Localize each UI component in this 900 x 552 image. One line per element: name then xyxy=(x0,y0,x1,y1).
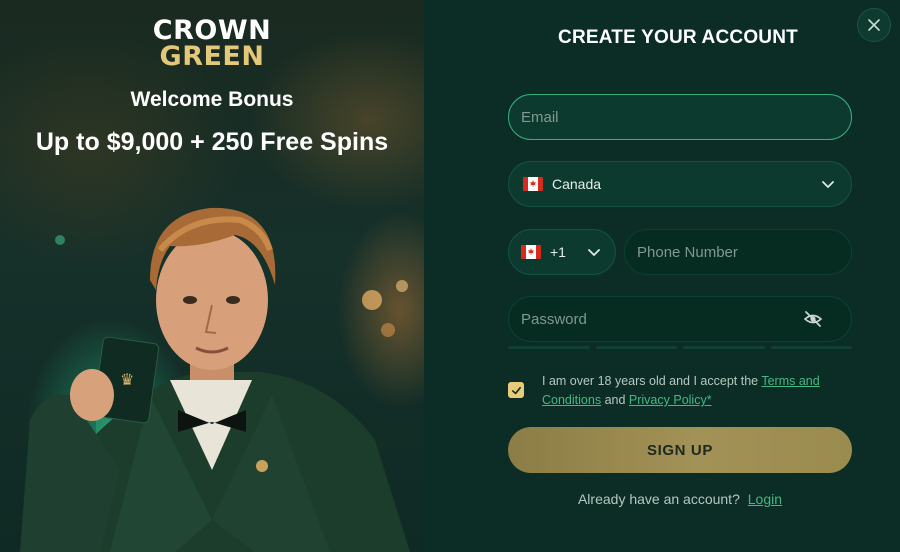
svg-text:♛: ♛ xyxy=(120,370,134,389)
strength-segment xyxy=(770,346,852,349)
canada-flag-icon xyxy=(521,245,541,259)
strength-segment xyxy=(508,346,590,349)
consent-text: I am over 18 years old and I accept the … xyxy=(542,372,852,410)
form-title: CREATE YOUR ACCOUNT xyxy=(558,27,798,48)
strength-segment xyxy=(595,346,677,349)
phone-input[interactable] xyxy=(637,243,839,261)
canada-flag-icon xyxy=(523,177,543,191)
password-input[interactable] xyxy=(521,310,803,328)
dial-code-select[interactable]: +1 xyxy=(508,229,616,275)
password-field[interactable] xyxy=(508,296,852,342)
bonus-title: Welcome Bonus xyxy=(130,88,294,111)
consent-text-before: I am over 18 years old and I accept the xyxy=(542,374,759,388)
email-field[interactable] xyxy=(508,94,852,140)
bonus-offer: Up to $9,000 + 250 Free Spins xyxy=(35,128,389,156)
phone-field[interactable] xyxy=(624,229,852,275)
promo-panel: ♛ CROWN GREEN Welcome Bonus Up to $9,000… xyxy=(0,0,424,552)
email-input[interactable] xyxy=(521,108,839,126)
close-icon xyxy=(868,19,880,31)
login-prompt: Already have an account? xyxy=(577,491,740,507)
country-select[interactable]: Canada xyxy=(508,161,852,207)
signup-modal: ♛ CROWN GREEN Welcome Bonus Up to $9,000… xyxy=(0,0,900,552)
brand-logo: CROWN GREEN xyxy=(0,17,424,72)
chevron-down-icon xyxy=(588,249,600,256)
checkmark-icon xyxy=(511,386,521,394)
promo-illustration: ♛ xyxy=(20,207,410,552)
privacy-policy-link[interactable]: Privacy Policy* xyxy=(629,393,712,407)
age-terms-consent: I am over 18 years old and I accept the … xyxy=(508,372,852,410)
password-strength-meter xyxy=(508,346,852,350)
consent-checkbox[interactable] xyxy=(508,382,524,398)
signup-form-panel: CREATE YOUR ACCOUNT Canada +1 xyxy=(424,0,900,552)
eye-off-icon[interactable] xyxy=(803,309,823,329)
login-prompt-row: Already have an account? Login xyxy=(508,491,852,507)
logo-line-green: GREEN xyxy=(159,41,265,72)
strength-segment xyxy=(683,346,765,349)
login-link[interactable]: Login xyxy=(748,491,782,507)
consent-and: and xyxy=(604,393,626,407)
chevron-down-icon xyxy=(822,181,834,188)
dial-code-value: +1 xyxy=(550,244,566,260)
close-button[interactable] xyxy=(857,8,891,42)
sign-up-button[interactable]: SIGN UP xyxy=(508,427,852,473)
country-selected-value: Canada xyxy=(552,176,602,192)
